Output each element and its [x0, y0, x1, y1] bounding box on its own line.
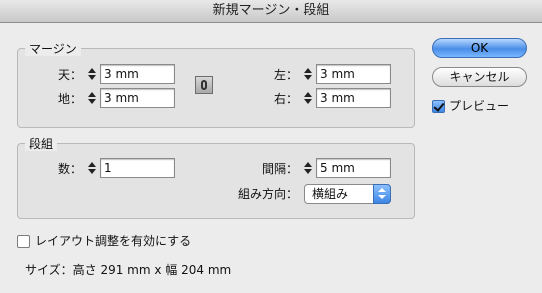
chain-link-icon[interactable] [195, 76, 213, 94]
left-margin-label: 左： [273, 68, 298, 82]
bottom-margin-field: 3 mm [86, 88, 175, 108]
column-count-field: 1 [86, 158, 175, 178]
direction-label: 組み方向： [237, 187, 298, 201]
stepper-up-icon[interactable] [304, 68, 312, 73]
right-margin-field: 3 mm [302, 88, 391, 108]
right-margin-stepper[interactable] [302, 88, 314, 108]
gutter-label: 間隔： [261, 162, 298, 176]
top-margin-stepper[interactable] [86, 64, 98, 84]
direction-select[interactable]: 横組み [304, 184, 391, 204]
stepper-up-icon[interactable] [304, 162, 312, 167]
column-count-input[interactable]: 1 [100, 158, 175, 178]
bottom-margin-stepper[interactable] [86, 88, 98, 108]
column-count-stepper[interactable] [86, 158, 98, 178]
gutter-stepper[interactable] [302, 158, 314, 178]
bottom-margin-input[interactable]: 3 mm [100, 88, 175, 108]
top-margin-label: 天： [57, 68, 82, 82]
bottom-margin-label: 地： [57, 92, 82, 106]
stepper-up-icon[interactable] [304, 92, 312, 97]
stepper-down-icon[interactable] [304, 75, 312, 80]
title-bar: 新規マージン・段組 [0, 0, 542, 23]
stepper-down-icon[interactable] [304, 169, 312, 174]
preview-label[interactable]: プレビュー [449, 98, 509, 114]
window-title: 新規マージン・段組 [212, 3, 330, 18]
left-margin-field: 3 mm [302, 64, 391, 84]
columns-group-title: 段組 [25, 137, 58, 151]
checkmark-icon [433, 100, 445, 112]
margin-group-title: マージン [25, 42, 81, 56]
stepper-up-icon[interactable] [88, 92, 96, 97]
adjust-layout-checkbox[interactable] [17, 235, 30, 248]
select-arrows-icon[interactable] [373, 184, 391, 204]
size-info: サイズ：高さ 291 mm x 幅 204 mm [25, 263, 232, 277]
stepper-down-icon[interactable] [88, 75, 96, 80]
stepper-up-icon[interactable] [88, 162, 96, 167]
stepper-down-icon[interactable] [88, 169, 96, 174]
ok-button[interactable]: OK [432, 38, 527, 58]
gutter-field: 5 mm [302, 158, 391, 178]
direction-select-value: 横組み [312, 187, 349, 201]
preview-checkbox[interactable] [432, 100, 445, 113]
stepper-down-icon[interactable] [304, 99, 312, 104]
right-margin-label: 右： [273, 92, 298, 106]
left-margin-input[interactable]: 3 mm [316, 64, 391, 84]
gutter-input[interactable]: 5 mm [316, 158, 391, 178]
stepper-down-icon[interactable] [88, 99, 96, 104]
left-margin-stepper[interactable] [302, 64, 314, 84]
columns-group [17, 143, 415, 219]
stepper-up-icon[interactable] [88, 68, 96, 73]
dialog-body: マージン 天： 3 mm 地： 3 mm 左： 3 mm 右： 3 mm 段組 … [0, 23, 542, 293]
top-margin-input[interactable]: 3 mm [100, 64, 175, 84]
adjust-layout-label[interactable]: レイアウト調整を有効にする [35, 233, 191, 249]
cancel-button[interactable]: キャンセル [432, 67, 527, 87]
column-count-label: 数： [57, 162, 82, 176]
top-margin-field: 3 mm [86, 64, 175, 84]
right-margin-input[interactable]: 3 mm [316, 88, 391, 108]
